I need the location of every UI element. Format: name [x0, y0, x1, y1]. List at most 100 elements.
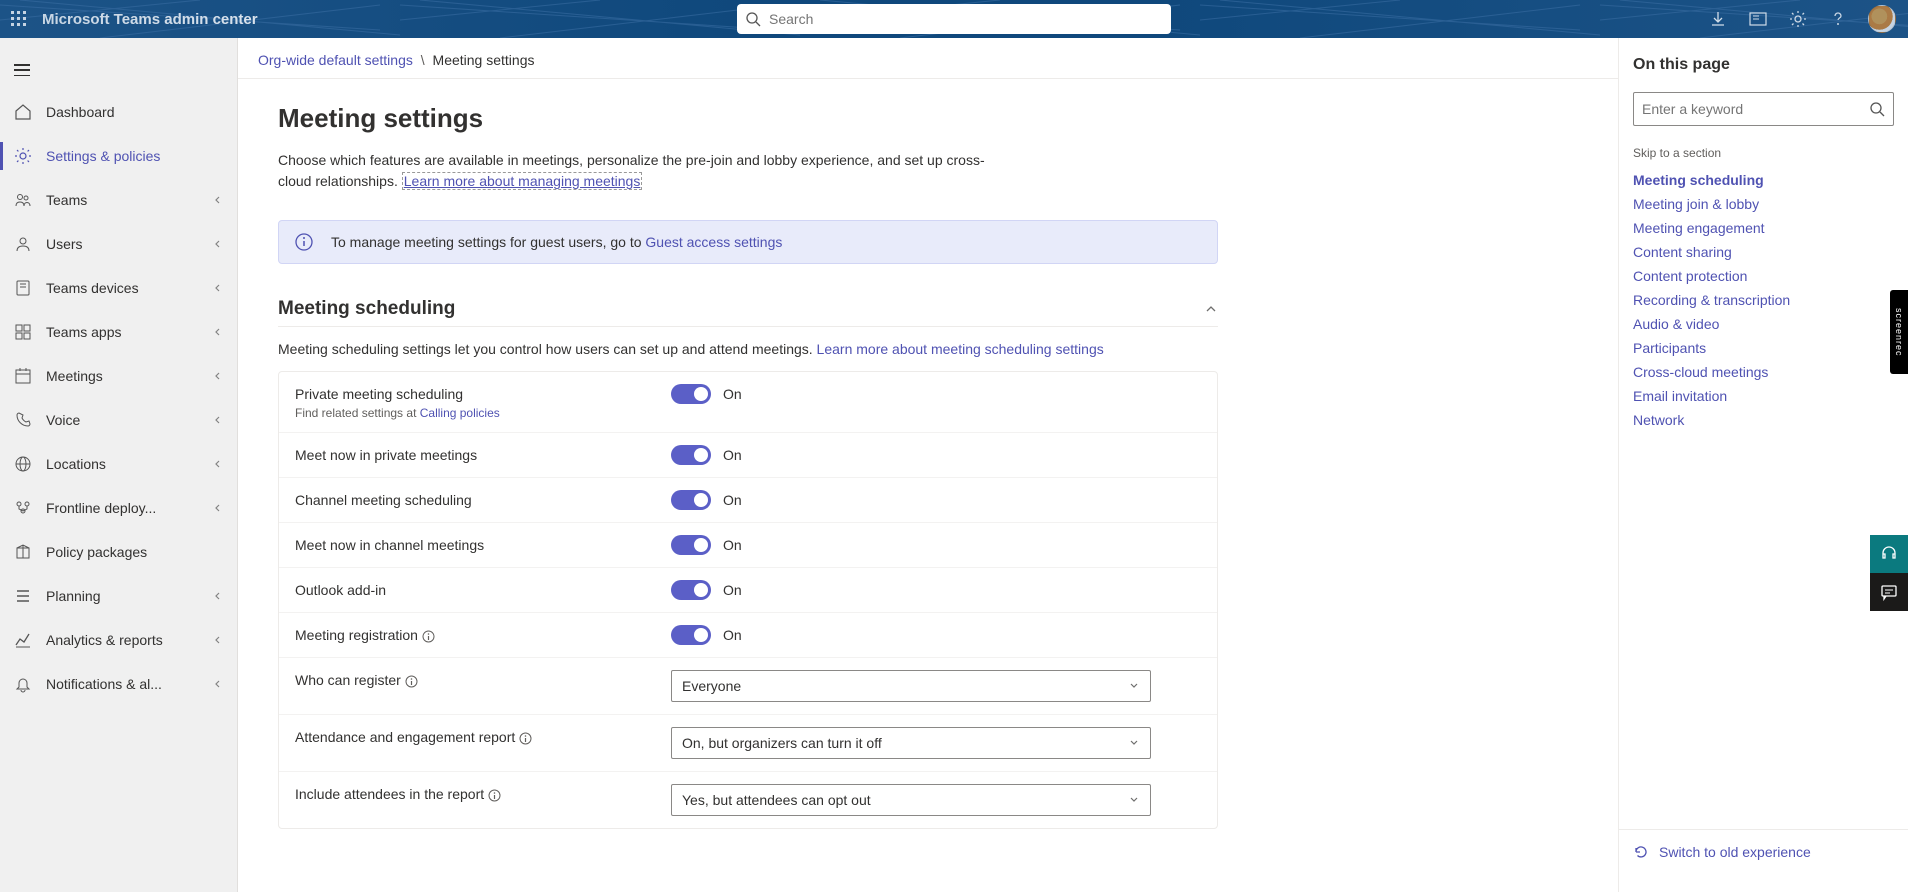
toggle[interactable] [671, 580, 711, 600]
nav-label: Policy packages [46, 544, 223, 560]
sidebar-item-analytics-reports[interactable]: Analytics & reports [0, 618, 237, 662]
search-container [737, 4, 1171, 34]
sidebar-item-teams-apps[interactable]: Teams apps [0, 310, 237, 354]
sidebar-item-teams-devices[interactable]: Teams devices [0, 266, 237, 310]
setting-row-who-can-register: Who can registerEveryone [279, 658, 1217, 715]
dropdown-value: Yes, but attendees can opt out [682, 792, 871, 808]
search-box[interactable] [737, 4, 1171, 34]
on-this-page-panel: On this page Skip to a section Meeting s… [1618, 38, 1908, 892]
toggle-state-label: On [723, 492, 742, 508]
toc-link-audio-video[interactable]: Audio & video [1633, 312, 1894, 336]
dropdown[interactable]: Yes, but attendees can opt out [671, 784, 1151, 816]
user-icon [14, 235, 32, 253]
setting-label: Include attendees in the report [295, 784, 671, 802]
breadcrumb-sep: \ [421, 52, 425, 68]
app-header: Microsoft Teams admin center [0, 0, 1908, 38]
nav-label: Planning [46, 588, 197, 604]
toggle[interactable] [671, 445, 711, 465]
toc-link-network[interactable]: Network [1633, 408, 1894, 432]
toc-link-participants[interactable]: Participants [1633, 336, 1894, 360]
toggle[interactable] [671, 535, 711, 555]
info-icon[interactable] [422, 630, 435, 643]
info-icon[interactable] [405, 675, 418, 688]
toc-link-cross-cloud-meetings[interactable]: Cross-cloud meetings [1633, 360, 1894, 384]
info-icon[interactable] [519, 732, 532, 745]
sidebar-item-dashboard[interactable]: Dashboard [0, 90, 237, 134]
sidebar-item-planning[interactable]: Planning [0, 574, 237, 618]
related-link[interactable]: Calling policies [420, 406, 500, 420]
nav-label: Voice [46, 412, 197, 428]
sidebar-item-locations[interactable]: Locations [0, 442, 237, 486]
sidebar-item-voice[interactable]: Voice [0, 398, 237, 442]
toggle-state-label: On [723, 447, 742, 463]
app-launcher-button[interactable] [0, 0, 38, 38]
feedback-button[interactable] [1870, 573, 1908, 611]
switch-old-experience-button[interactable]: Switch to old experience [1619, 829, 1908, 874]
setting-row-channel-meeting-scheduling: Channel meeting scheduling On [279, 478, 1217, 523]
toc-link-content-protection[interactable]: Content protection [1633, 264, 1894, 288]
sidebar-item-notifications-al[interactable]: Notifications & al... [0, 662, 237, 706]
guest-access-link[interactable]: Guest access settings [645, 234, 782, 250]
chat-icon [1880, 583, 1898, 601]
download-button[interactable] [1708, 9, 1728, 29]
ticket-icon [1749, 12, 1767, 26]
toc-link-meeting-engagement[interactable]: Meeting engagement [1633, 216, 1894, 240]
sidebar-item-settings-policies[interactable]: Settings & policies [0, 134, 237, 178]
toc-link-meeting-scheduling[interactable]: Meeting scheduling [1633, 168, 1894, 192]
collapse-sidebar-button[interactable] [0, 50, 237, 90]
breadcrumb-parent-link[interactable]: Org-wide default settings [258, 52, 413, 68]
chevron-down-icon [211, 458, 223, 470]
chevron-down-icon [1128, 680, 1140, 692]
setting-row-meet-now-in-channel-meetings: Meet now in channel meetingsOn [279, 523, 1217, 568]
settings-button[interactable] [1788, 9, 1808, 29]
gear-icon [14, 147, 32, 165]
chevron-down-icon [211, 238, 223, 250]
chevron-up-icon [1204, 302, 1218, 316]
content-area: Org-wide default settings \ Meeting sett… [238, 38, 1618, 892]
app-title: Microsoft Teams admin center [42, 11, 258, 28]
info-icon[interactable] [488, 789, 501, 802]
sidebar-item-users[interactable]: Users [0, 222, 237, 266]
sidebar-item-policy-packages[interactable]: Policy packages [0, 530, 237, 574]
team-icon [14, 191, 32, 209]
info-icon [295, 233, 313, 251]
dropdown[interactable]: On, but organizers can turn it off [671, 727, 1151, 759]
search-input[interactable] [769, 11, 1163, 27]
learn-more-scheduling-link[interactable]: Learn more about meeting scheduling sett… [817, 341, 1104, 357]
dropdown[interactable]: Everyone [671, 670, 1151, 702]
toggle[interactable] [671, 384, 711, 404]
toc-link-content-sharing[interactable]: Content sharing [1633, 240, 1894, 264]
chevron-down-icon [1128, 794, 1140, 806]
section-header-meeting-scheduling[interactable]: Meeting scheduling [278, 298, 1218, 327]
toc-link-meeting-join-lobby[interactable]: Meeting join & lobby [1633, 192, 1894, 216]
sidebar-item-frontline-deploy[interactable]: Frontline deploy... [0, 486, 237, 530]
toggle[interactable] [671, 490, 711, 510]
dropdown-value: Everyone [682, 678, 741, 694]
chevron-down-icon [211, 502, 223, 514]
ticket-button[interactable] [1748, 9, 1768, 29]
setting-row-meet-now-in-private-meetings: Meet now in private meetings On [279, 433, 1217, 478]
settings-card: Private meeting schedulingFind related s… [278, 371, 1218, 829]
sidebar-item-teams[interactable]: Teams [0, 178, 237, 222]
keyword-search-box[interactable] [1633, 92, 1894, 126]
toc-link-email-invitation[interactable]: Email invitation [1633, 384, 1894, 408]
setting-label: Meet now in private meetings [295, 445, 671, 463]
nav-label: Teams apps [46, 324, 197, 340]
toggle[interactable] [671, 625, 711, 645]
keyword-input[interactable] [1642, 101, 1869, 117]
setting-row-attendance-and-engagement-report: Attendance and engagement reportOn, but … [279, 715, 1217, 772]
user-avatar[interactable] [1868, 5, 1896, 33]
toc-link-recording-transcription[interactable]: Recording & transcription [1633, 288, 1894, 312]
learn-more-link[interactable]: Learn more about managing meetings [402, 172, 643, 190]
setting-label: Channel meeting scheduling [295, 490, 671, 508]
nav-label: Analytics & reports [46, 632, 197, 648]
help-headset-button[interactable] [1870, 535, 1908, 573]
screenrec-badge: screenrec [1890, 290, 1908, 374]
help-button[interactable] [1828, 9, 1848, 29]
device-icon [14, 279, 32, 297]
plan-icon [14, 587, 32, 605]
nav-label: Teams devices [46, 280, 197, 296]
sidebar-item-meetings[interactable]: Meetings [0, 354, 237, 398]
apps-icon [14, 323, 32, 341]
setting-label: Meeting registration [295, 625, 671, 643]
